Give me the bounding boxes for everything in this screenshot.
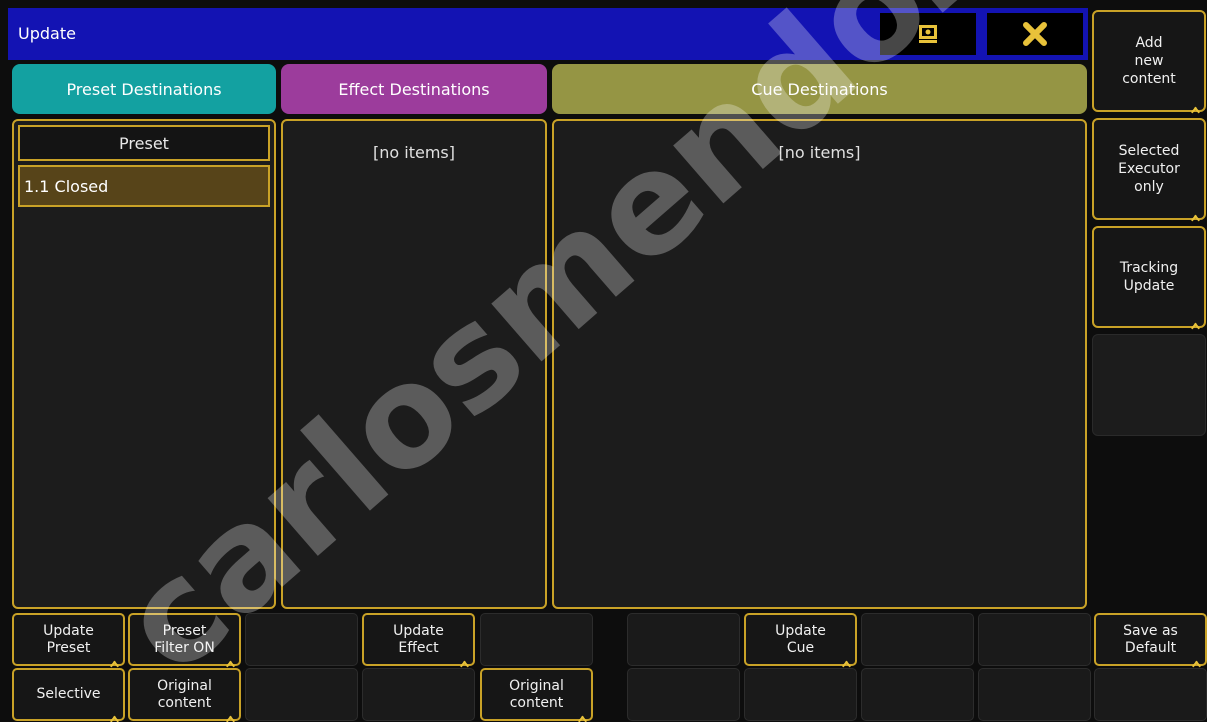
chevron-icon [577,710,588,717]
chevron-icon [1190,317,1201,324]
chevron-icon [109,655,120,662]
list-item[interactable]: 1.1 Closed [18,165,270,207]
add-new-content-button[interactable]: Add new content [1092,10,1206,112]
chevron-icon [109,710,120,717]
bottom-button[interactable]: Preset Filter ON [128,613,241,666]
tab-effect-destinations[interactable]: Effect Destinations [281,64,547,114]
bottom-button[interactable]: Selective [12,668,125,721]
close-icon [1023,22,1047,46]
bottom-button[interactable] [978,613,1091,666]
tab-cue-destinations[interactable]: Cue Destinations [552,64,1087,114]
bottom-button[interactable] [1094,668,1207,721]
effect-destinations-panel: [no items] [281,119,547,609]
bottom-button[interactable]: Update Preset [12,613,125,666]
chevron-icon [459,655,470,662]
selected-executor-only-button[interactable]: Selected Executor only [1092,118,1206,220]
chevron-icon [1190,209,1201,216]
bottom-button[interactable] [480,613,593,666]
preset-destinations-panel: Preset 1.1 Closed [12,119,276,609]
bottom-button[interactable]: Save as Default [1094,613,1207,666]
chevron-icon [841,655,852,662]
bottom-button[interactable] [627,613,740,666]
chevron-icon [225,710,236,717]
bottom-button[interactable] [978,668,1091,721]
display-icon [919,25,937,43]
bottom-button[interactable] [245,613,358,666]
bottom-button[interactable] [744,668,857,721]
empty-list-text: [no items] [373,143,455,162]
empty-list-text: [no items] [778,143,861,162]
window-title: Update [18,24,76,43]
bottom-button[interactable] [362,668,475,721]
preset-column-header[interactable]: Preset [18,125,270,161]
bottom-button[interactable] [627,668,740,721]
bottom-button[interactable]: Original content [128,668,241,721]
close-button[interactable] [985,11,1085,57]
chevron-icon [225,655,236,662]
title-bar: Update [8,8,1088,60]
tracking-update-button[interactable]: Tracking Update [1092,226,1206,328]
chevron-icon [1191,655,1202,662]
display-button[interactable] [878,11,978,57]
empty-side-button[interactable] [1092,334,1206,436]
bottom-button[interactable]: Update Effect [362,613,475,666]
bottom-button[interactable]: Original content [480,668,593,721]
tab-preset-destinations[interactable]: Preset Destinations [12,64,276,114]
bottom-button[interactable] [861,668,974,721]
bottom-button[interactable]: Update Cue [744,613,857,666]
bottom-button[interactable] [861,613,974,666]
chevron-icon [1190,101,1201,108]
cue-destinations-panel: [no items] [552,119,1087,609]
bottom-button[interactable] [245,668,358,721]
